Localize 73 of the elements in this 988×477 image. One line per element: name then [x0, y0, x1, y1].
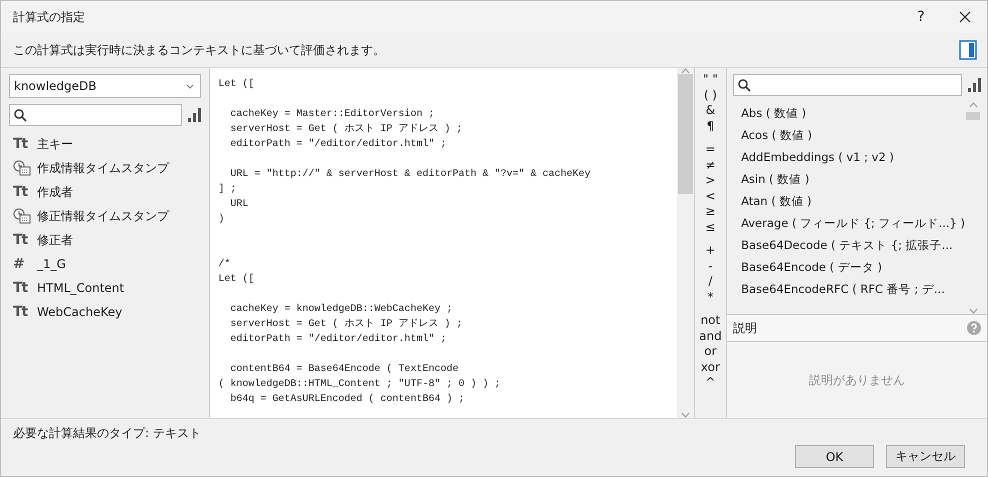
context-note: この計算式は実行時に決まるコンテキストに基づいて評価されます。 [13, 42, 386, 58]
help-button[interactable]: ? [899, 1, 943, 33]
cancel-button[interactable]: キャンセル [886, 445, 965, 468]
text-field-icon: Tt [13, 136, 31, 152]
operator-item[interactable]: or [704, 344, 717, 360]
number-field-icon: # [13, 256, 31, 272]
text-field-icon: Tt [13, 280, 31, 296]
operator-item[interactable]: not [700, 313, 720, 328]
function-item[interactable]: Base64EncodeRFC ( RFC 番号 ; デ... [741, 278, 966, 300]
formula-text: Let ([ cacheKey = Master::EditorVersion ; serverHost = Get ( ホスト IP アドレス ) ; editorPath = "/editor/editor.html" ; URL = "http://" & serverHost & editorPath & "?v=" & cacheKey ] ; URL ) /* Let ([ cacheKey = knowledgeDB::WebCacheKey ; serverHost = Get ( ホスト IP アドレス ) ; editorPath = "/editor/editor.html" ; contentB64 = Base64Encode ( TextEncode ( knowledgeDB::HTML_Content ; "UTF-8" ; 0 ) ) ; b64q = GetAsURLEncoded ( contentB64 ) ; [217, 78, 592, 407]
field-item[interactable]: 修正情報タイムスタンプ [9, 204, 202, 228]
scrollbar-thumb[interactable] [966, 112, 980, 120]
scroll-up-icon[interactable] [968, 102, 978, 108]
field-item[interactable]: 作成情報タイムスタンプ [9, 156, 202, 180]
scroll-down-icon[interactable] [680, 412, 690, 418]
description-title: 説明 [733, 320, 758, 336]
help-icon[interactable] [967, 321, 982, 335]
operator-item[interactable]: / [708, 274, 712, 290]
function-item[interactable]: Average ( フィールド {; フィールド...} ) [741, 212, 966, 234]
search-icon [14, 108, 27, 122]
operator-item[interactable]: < [705, 188, 716, 204]
field-item[interactable]: Tt WebCacheKey [9, 300, 202, 324]
operator-item[interactable]: ≤ [705, 220, 716, 235]
operator-item[interactable]: and [699, 328, 722, 344]
operator-item[interactable]: ( ) [704, 88, 717, 103]
timestamp-icon [13, 208, 31, 224]
sort-bars-icon[interactable] [188, 108, 202, 122]
text-field-icon: Tt [13, 232, 31, 248]
window-title: 計算式の指定 [13, 8, 86, 26]
function-item[interactable]: AddEmbeddings ( v1 ; v2 ) [741, 146, 966, 168]
field-item[interactable]: Tt 作成者 [9, 180, 202, 204]
result-type-label: 必要な計算結果のタイプ: テキスト [13, 425, 202, 442]
timestamp-icon [13, 160, 31, 176]
scroll-up-icon[interactable] [680, 68, 690, 74]
scroll-down-icon[interactable] [968, 308, 978, 314]
operator-item[interactable]: ^ [705, 375, 716, 390]
operator-item[interactable]: ≥ [705, 204, 716, 220]
field-item[interactable]: Tt 修正者 [9, 228, 202, 252]
search-icon [738, 78, 752, 92]
function-item[interactable]: Base64Decode ( テキスト {; 拡張子... [741, 234, 966, 256]
field-item[interactable]: Tt HTML_Content [9, 276, 202, 300]
function-item[interactable]: Base64Encode ( データ ) [741, 256, 966, 278]
scrollbar[interactable] [965, 102, 982, 314]
ok-button[interactable]: OK [795, 445, 874, 468]
scrollbar-thumb[interactable] [678, 74, 693, 194]
operator-item[interactable]: * [707, 290, 714, 305]
operator-item[interactable]: = [705, 142, 716, 158]
operator-item[interactable]: ¶ [706, 118, 714, 134]
operator-item[interactable]: - [708, 258, 713, 274]
scrollbar[interactable] [676, 68, 694, 418]
sort-bars-icon[interactable] [968, 78, 982, 92]
text-field-icon: Tt [13, 184, 31, 200]
field-item[interactable]: # _1_G [9, 252, 202, 276]
operator-item[interactable]: + [705, 243, 716, 258]
operator-item[interactable]: xor [700, 360, 720, 375]
function-item[interactable]: Asin ( 数値 ) [741, 168, 966, 190]
description-placeholder: 説明がありません [809, 372, 906, 388]
operator-item[interactable]: " " [702, 72, 718, 88]
operator-item[interactable]: & [706, 103, 716, 118]
function-item[interactable]: Abs ( 数値 ) [741, 102, 966, 124]
caret-icon [186, 84, 194, 88]
operator-item[interactable]: ≠ [705, 158, 716, 173]
field-search-field[interactable] [9, 104, 182, 126]
text-field-icon: Tt [13, 304, 31, 320]
panel-toggle-icon[interactable] [959, 40, 977, 60]
field-item[interactable]: Tt 主キー [9, 132, 202, 156]
table-dropdown[interactable]: knowledgeDB [9, 74, 202, 98]
close-icon [959, 11, 971, 23]
function-search-field[interactable] [733, 74, 962, 96]
function-item[interactable]: Atan ( 数値 ) [741, 190, 966, 212]
operator-item[interactable]: > [705, 173, 716, 188]
function-item[interactable]: Acos ( 数値 ) [741, 124, 966, 146]
formula-editor[interactable] [210, 68, 695, 418]
